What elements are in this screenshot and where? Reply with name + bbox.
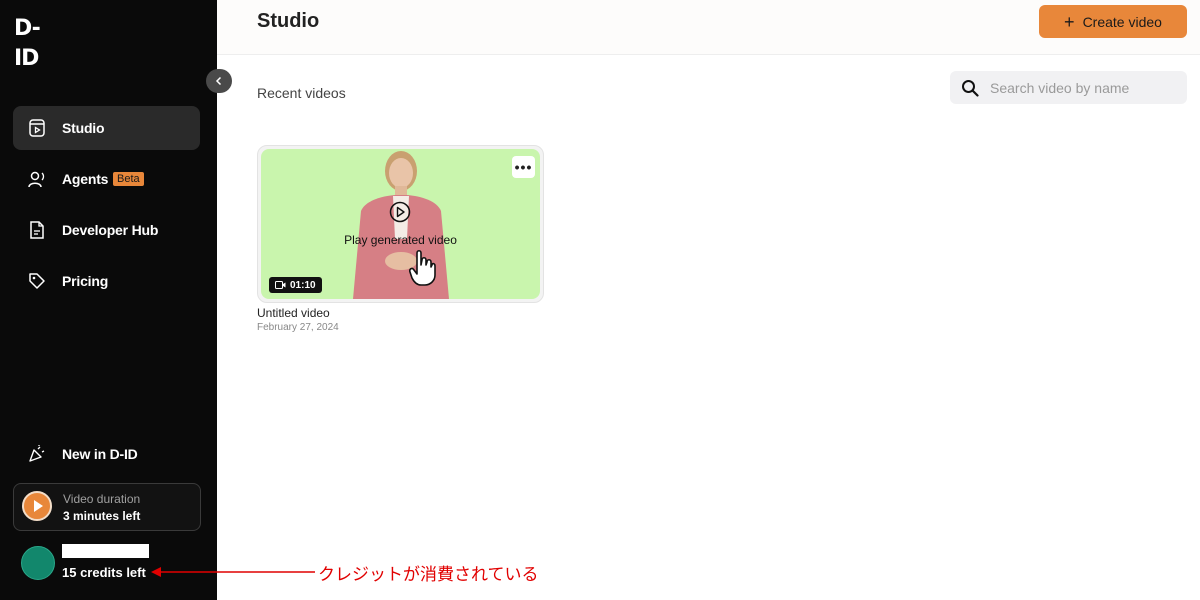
- create-video-label: Create video: [1082, 13, 1162, 30]
- annotation-text: クレジットが消費されている: [318, 565, 539, 585]
- credits-remaining: 15 credits left: [62, 565, 146, 580]
- sidebar-item-label: New in D-ID: [62, 446, 138, 462]
- play-generated-video-label: Play generated video: [344, 233, 457, 247]
- logo[interactable]: D-ID: [14, 14, 58, 71]
- sidebar-item-developer-hub[interactable]: Developer Hub: [13, 208, 200, 252]
- sidebar-item-label: Pricing: [62, 273, 109, 289]
- video-title[interactable]: Untitled video: [257, 306, 330, 320]
- search-input[interactable]: [988, 77, 1182, 99]
- header: Studio + Create video: [217, 0, 1200, 55]
- search-box: [950, 71, 1187, 104]
- tag-icon: [27, 271, 47, 291]
- sidebar-item-agents[interactable]: Agents Beta: [13, 157, 200, 201]
- beta-badge: Beta: [113, 172, 144, 186]
- plus-icon: +: [1064, 11, 1075, 32]
- section-title: Recent videos: [257, 85, 346, 101]
- logo-text: D-ID: [14, 16, 41, 71]
- sidebar-item-label: Agents: [62, 171, 109, 187]
- more-options-button[interactable]: •••: [512, 156, 535, 178]
- more-options-icon: •••: [514, 159, 533, 175]
- duration-label: Video duration: [63, 492, 141, 506]
- video-duration-card[interactable]: Video duration 3 minutes left: [13, 483, 201, 531]
- camera-icon: [275, 281, 286, 289]
- duration-value: 3 minutes left: [63, 509, 141, 523]
- redacted-username: [62, 544, 149, 558]
- search-icon: [962, 80, 979, 97]
- duration-text: 01:10: [290, 279, 316, 291]
- sidebar-item-pricing[interactable]: Pricing: [13, 259, 200, 303]
- sidebar: D-ID Studio Agents Beta Developer Hub Pr…: [0, 0, 217, 600]
- sidebar-item-label: Developer Hub: [62, 222, 159, 238]
- agent-icon: [27, 169, 47, 189]
- play-circle-icon: [389, 201, 411, 223]
- sidebar-item-studio[interactable]: Studio: [13, 106, 200, 150]
- page-title: Studio: [257, 10, 320, 32]
- video-file-icon: [27, 118, 47, 138]
- avatar[interactable]: [21, 546, 55, 580]
- chevron-left-icon: [215, 76, 222, 86]
- annotation-arrow: [151, 567, 315, 577]
- document-icon: [27, 220, 47, 240]
- collapse-sidebar-button[interactable]: [206, 69, 232, 93]
- video-card[interactable]: Play generated video ••• 01:10: [257, 145, 544, 303]
- video-thumbnail[interactable]: Play generated video ••• 01:10: [261, 149, 540, 299]
- play-icon: [22, 491, 52, 521]
- video-date: February 27, 2024: [257, 322, 339, 333]
- duration-badge: 01:10: [269, 277, 322, 293]
- sidebar-item-label: Studio: [62, 120, 105, 136]
- party-popper-icon: [27, 444, 47, 464]
- hand-cursor-icon: [409, 249, 436, 286]
- sidebar-item-new-in-did[interactable]: New in D-ID: [13, 432, 200, 476]
- create-video-button[interactable]: + Create video: [1039, 5, 1187, 38]
